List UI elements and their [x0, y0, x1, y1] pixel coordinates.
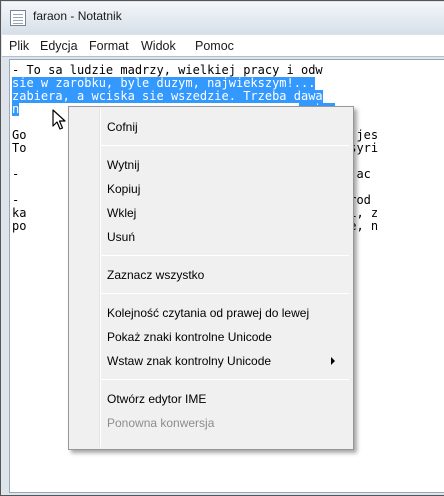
undo-menu-item[interactable]: Cofnij: [107, 120, 138, 134]
delete-menu-item[interactable]: Usuń: [107, 230, 135, 244]
menu-separator: [101, 379, 349, 380]
menu-bar: Plik Edycja Format Widok Pomoc: [2, 35, 444, 57]
reconversion-menu-item: Ponowna konwersja: [107, 416, 215, 430]
copy-menu-item[interactable]: Kopiuj: [107, 182, 140, 196]
cut-menu-item[interactable]: Wytnij: [107, 158, 140, 172]
show-unicode-control-menu-item[interactable]: Pokaż znaki kontrolne Unicode: [107, 330, 272, 344]
window-title: faraon - Notatnik: [33, 9, 122, 23]
mouse-pointer-icon: [52, 109, 66, 130]
title-bar[interactable]: faraon - Notatnik: [2, 2, 444, 34]
menu-edit[interactable]: Edycja: [40, 39, 78, 53]
open-ime-menu-item[interactable]: Otwórz edytor IME: [107, 392, 206, 406]
text-line: -: [12, 167, 20, 181]
menu-format[interactable]: Format: [89, 39, 129, 53]
menu-view[interactable]: Widok: [141, 39, 176, 53]
context-menu: Cofnij Wytnij Kopiuj Wklej Usuń Zaznacz …: [68, 106, 354, 450]
menu-separator: [101, 293, 349, 294]
text-line: To: [12, 141, 27, 155]
text-line: po: [12, 219, 27, 233]
selected-text-line: n: [12, 102, 20, 116]
submenu-arrow-icon: [331, 357, 335, 365]
select-all-menu-item[interactable]: Zaznacz wszystko: [107, 268, 204, 282]
insert-unicode-control-menu-item[interactable]: Wstaw znak kontrolny Unicode: [107, 354, 349, 368]
insert-unicode-control-label: Wstaw znak kontrolny Unicode: [107, 354, 272, 368]
menu-separator: [101, 145, 349, 146]
menu-file[interactable]: Plik: [9, 39, 29, 53]
paste-menu-item[interactable]: Wklej: [107, 206, 136, 220]
rtl-reading-order-menu-item[interactable]: Kolejność czytania od prawej do lewej: [107, 306, 309, 320]
menu-separator: [101, 255, 349, 256]
menu-help[interactable]: Pomoc: [195, 39, 234, 53]
notepad-icon: [10, 10, 26, 26]
selected-text-line: zabiera, a wciska sie wszedzie. Trzeba d…: [12, 89, 323, 103]
